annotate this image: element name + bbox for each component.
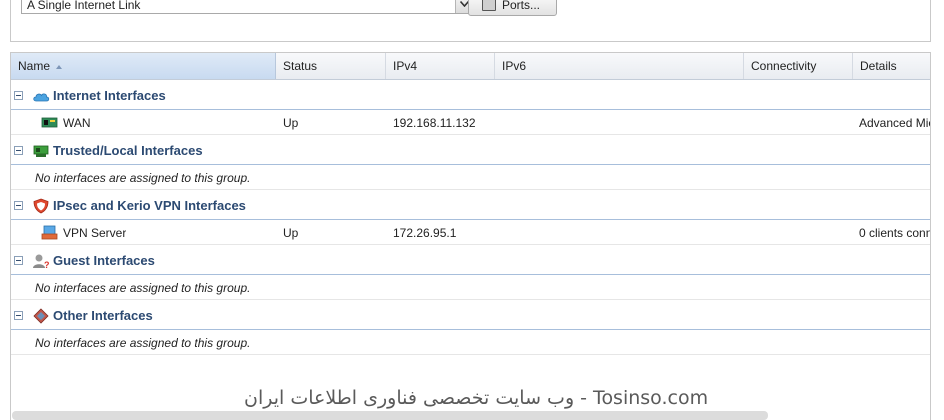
watermark-text: وب سایت تخصصی فناوری اطلاعات ایران - Tos… [244,387,709,409]
empty-group-row: No interfaces are assigned to this group… [11,275,930,300]
column-header-connectivity-label: Connectivity [751,59,817,73]
column-header-ipv4-label: IPv4 [393,59,418,73]
column-header-ipv4[interactable]: IPv4 [386,53,495,79]
empty-group-row: No interfaces are assigned to this group… [11,165,930,190]
interface-ipv4: 172.26.95.1 [393,226,457,240]
network-card-icon [41,117,58,128]
column-header-ipv6[interactable]: IPv6 [495,53,744,79]
table-row[interactable]: WAN Up 192.168.11.132 Advanced Mic [11,110,930,135]
interface-ipv4: 192.168.11.132 [393,116,476,130]
column-header-connectivity[interactable]: Connectivity [744,53,853,79]
collapse-toggle-icon[interactable] [14,146,23,155]
svg-text:?: ? [44,260,50,269]
lan-icon [33,145,49,157]
internet-connectivity-select[interactable]: A Single Internet Link [21,0,474,14]
interface-details: Advanced Mic [859,116,931,130]
empty-group-text: No interfaces are assigned to this group… [35,281,251,295]
collapse-toggle-icon[interactable] [14,256,23,265]
column-header-name-label: Name [18,59,51,73]
vpn-server-icon [41,225,58,240]
collapse-toggle-icon[interactable] [14,91,23,100]
ethernet-port-icon [482,0,496,11]
shield-icon [33,198,49,214]
group-title: Internet Interfaces [53,88,166,103]
collapse-toggle-icon[interactable] [14,201,23,210]
group-trusted-local-interfaces[interactable]: Trusted/Local Interfaces [11,135,930,165]
interfaces-toolbar: A Single Internet Link Ports... [10,0,931,42]
group-guest-interfaces[interactable]: ? Guest Interfaces [11,245,930,275]
horizontal-scrollbar[interactable] [12,411,768,420]
interface-name: VPN Server [63,226,127,240]
group-ipsec-kerio-vpn-interfaces[interactable]: IPsec and Kerio VPN Interfaces [11,190,930,220]
ports-button-label: Ports... [502,0,541,12]
interface-name: WAN [63,116,91,130]
sort-ascending-icon [56,64,63,69]
collapse-toggle-icon[interactable] [14,311,23,320]
column-header-ipv6-label: IPv6 [502,59,527,73]
column-header-details[interactable]: Details [853,53,930,79]
ports-button[interactable]: Ports... [468,0,557,16]
group-internet-interfaces[interactable]: Internet Interfaces [11,80,930,110]
column-header-status-label: Status [283,59,318,73]
cloud-icon [33,93,50,102]
group-title: Guest Interfaces [53,253,155,268]
column-header-status[interactable]: Status [276,53,386,79]
table-row[interactable]: VPN Server Up 172.26.95.1 0 clients conn [11,220,930,245]
empty-group-row: No interfaces are assigned to this group… [11,330,930,355]
diamond-icon [33,308,49,324]
column-header-name[interactable]: Name [11,53,276,79]
group-other-interfaces[interactable]: Other Interfaces [11,300,930,330]
empty-group-text: No interfaces are assigned to this group… [35,171,251,185]
group-title: Trusted/Local Interfaces [53,143,203,158]
empty-group-text: No interfaces are assigned to this group… [35,336,251,350]
grid-header: Name Status IPv4 IPv6 Connectivity Detai… [11,53,930,80]
column-header-details-label: Details [860,59,897,73]
interfaces-grid: Name Status IPv4 IPv6 Connectivity Detai… [10,52,931,420]
internet-connectivity-value: A Single Internet Link [27,0,141,12]
guest-user-icon: ? [33,254,50,269]
interface-details: 0 clients conn [859,226,931,240]
group-title: IPsec and Kerio VPN Interfaces [53,198,246,213]
interface-status: Up [283,226,299,240]
group-title: Other Interfaces [53,308,153,323]
interface-status: Up [283,116,299,130]
